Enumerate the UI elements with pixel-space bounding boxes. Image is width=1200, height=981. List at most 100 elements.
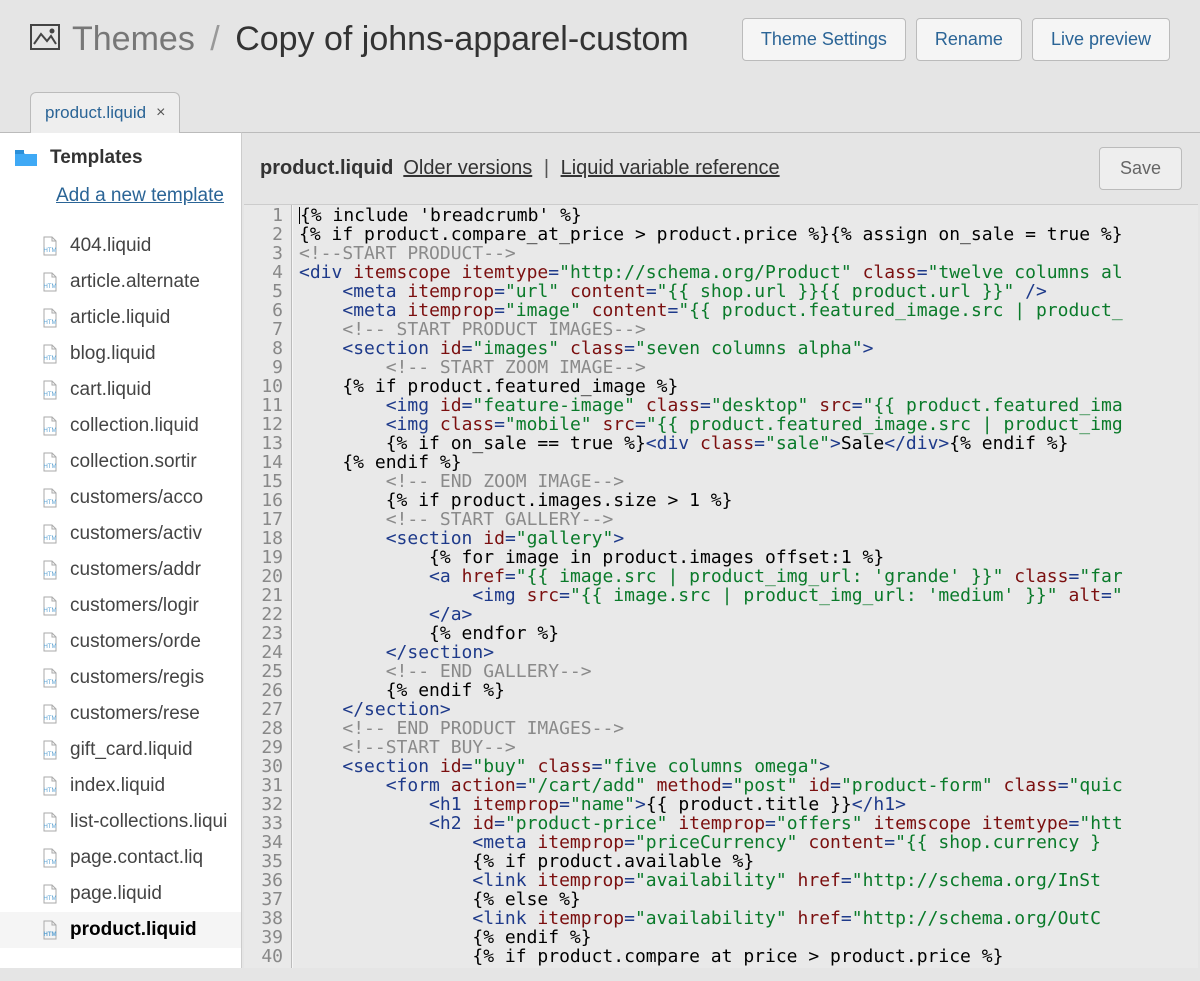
svg-text:HTM: HTM: [44, 680, 57, 686]
tab-label: product.liquid: [45, 103, 146, 123]
breadcrumb: Themes / Copy of johns-apparel-custom: [72, 20, 689, 59]
older-versions-link[interactable]: Older versions: [403, 157, 532, 179]
html-file-icon: HTM: [42, 524, 58, 544]
file-item[interactable]: HTM collection.liquid: [0, 408, 241, 444]
folder-label: Templates: [50, 147, 143, 169]
file-item[interactable]: HTM list-collections.liqui: [0, 804, 241, 840]
add-template-link[interactable]: Add a new template: [0, 177, 241, 228]
svg-text:HTM: HTM: [44, 608, 57, 614]
page-header: Themes / Copy of johns-apparel-custom Th…: [0, 0, 1200, 91]
html-file-icon: HTM: [42, 848, 58, 868]
svg-text:HTM: HTM: [44, 284, 57, 290]
html-file-icon: HTM: [42, 920, 58, 940]
svg-text:HTM: HTM: [44, 392, 57, 398]
file-item-label: collection.liquid: [70, 415, 199, 437]
html-file-icon: HTM: [42, 884, 58, 904]
link-divider: |: [544, 157, 549, 179]
file-item[interactable]: HTM page.contact.liq: [0, 840, 241, 876]
file-item-label: collection.sortir: [70, 451, 197, 473]
file-item-label: page.contact.liq: [70, 847, 203, 869]
file-item-label: customers/regis: [70, 667, 204, 689]
file-item[interactable]: HTM customers/acco: [0, 480, 241, 516]
file-item-label: product.liquid: [70, 919, 197, 941]
rename-button[interactable]: Rename: [916, 18, 1022, 61]
file-item[interactable]: HTM404.liquid: [0, 228, 241, 264]
file-item[interactable]: HTM customers/regis: [0, 660, 241, 696]
html-file-icon: HTM: [42, 812, 58, 832]
svg-text:HTM: HTM: [44, 716, 57, 722]
svg-text:HTM: HTM: [44, 320, 57, 326]
themes-icon: [30, 24, 60, 55]
svg-text:HTM: HTM: [44, 788, 57, 794]
html-file-icon: HTM: [42, 416, 58, 436]
file-item-label: customers/acco: [70, 487, 203, 509]
file-list: HTM404.liquidHTMarticle.alternateHTMarti…: [0, 228, 241, 948]
svg-text:HTM: HTM: [44, 500, 57, 506]
editor-filename: product.liquid: [260, 157, 393, 180]
file-item[interactable]: HTM article.liquid: [0, 300, 241, 336]
html-file-icon: HTM: [42, 704, 58, 724]
svg-text:HTM: HTM: [44, 824, 57, 830]
file-item-label: article.liquid: [70, 307, 170, 329]
html-file-icon: HTM: [42, 380, 58, 400]
live-preview-button[interactable]: Live preview: [1032, 18, 1170, 61]
file-item[interactable]: HTM article.alternate: [0, 264, 241, 300]
file-item-label: gift_card.liquid: [70, 739, 193, 761]
svg-text:HTM: HTM: [44, 248, 57, 254]
folder-icon: [14, 149, 38, 167]
file-item-label: article.alternate: [70, 271, 200, 293]
file-item[interactable]: HTMpage.liquid: [0, 876, 241, 912]
file-item-label: list-collections.liqui: [70, 811, 227, 833]
html-file-icon: HTM: [42, 236, 58, 256]
html-file-icon: HTM: [42, 560, 58, 580]
file-item[interactable]: HTMcustomers/activ: [0, 516, 241, 552]
file-item[interactable]: HTM customers/addr: [0, 552, 241, 588]
svg-text:HTM: HTM: [44, 464, 57, 470]
file-tabs: product.liquid ×: [0, 91, 1200, 132]
svg-text:HTM: HTM: [44, 896, 57, 902]
breadcrumb-prefix[interactable]: Themes: [72, 20, 195, 58]
svg-text:HTM: HTM: [44, 932, 57, 938]
file-item-label: customers/logir: [70, 595, 199, 617]
svg-text:HTM: HTM: [44, 536, 57, 542]
file-item[interactable]: HTM cart.liquid: [0, 372, 241, 408]
close-icon[interactable]: ×: [156, 104, 165, 122]
breadcrumb-slash: /: [210, 20, 219, 58]
file-item-label: customers/rese: [70, 703, 200, 725]
html-file-icon: HTM: [42, 272, 58, 292]
liquid-reference-link[interactable]: Liquid variable reference: [561, 157, 780, 179]
folder-templates[interactable]: Templates: [0, 139, 241, 177]
file-item[interactable]: HTM gift_card.liquid: [0, 732, 241, 768]
html-file-icon: HTM: [42, 668, 58, 688]
header-actions: Theme Settings Rename Live preview: [742, 18, 1170, 61]
html-file-icon: HTM: [42, 632, 58, 652]
code-editor[interactable]: 1234567891011121314151617181920212223242…: [244, 204, 1198, 968]
save-button[interactable]: Save: [1099, 147, 1182, 190]
html-file-icon: HTM: [42, 308, 58, 328]
code-content[interactable]: {% include 'breadcrumb' %}{% if product.…: [292, 205, 1198, 968]
file-item[interactable]: HTM blog.liquid: [0, 336, 241, 372]
html-file-icon: HTM: [42, 596, 58, 616]
html-file-icon: HTM: [42, 344, 58, 364]
file-item[interactable]: HTMindex.liquid: [0, 768, 241, 804]
file-item[interactable]: HTM customers/rese: [0, 696, 241, 732]
svg-text:HTM: HTM: [44, 644, 57, 650]
html-file-icon: HTM: [42, 776, 58, 796]
tab-product-liquid[interactable]: product.liquid ×: [30, 92, 180, 133]
html-file-icon: HTM: [42, 488, 58, 508]
theme-settings-button[interactable]: Theme Settings: [742, 18, 906, 61]
breadcrumb-name: Copy of johns-apparel-custom: [235, 20, 689, 58]
file-sidebar: Templates Add a new template HTM404.liqu…: [0, 132, 242, 968]
file-item[interactable]: HTM product.liquid: [0, 912, 241, 948]
html-file-icon: HTM: [42, 452, 58, 472]
file-item[interactable]: HTM customers/orde: [0, 624, 241, 660]
file-item-label: customers/addr: [70, 559, 201, 581]
svg-text:HTM: HTM: [44, 860, 57, 866]
file-item[interactable]: HTM customers/logir: [0, 588, 241, 624]
file-item-label: customers/orde: [70, 631, 201, 653]
file-item-label: cart.liquid: [70, 379, 151, 401]
editor-header: product.liquid Older versions | Liquid v…: [242, 133, 1200, 204]
html-file-icon: HTM: [42, 740, 58, 760]
file-item-label: blog.liquid: [70, 343, 156, 365]
file-item[interactable]: HTM collection.sortir: [0, 444, 241, 480]
